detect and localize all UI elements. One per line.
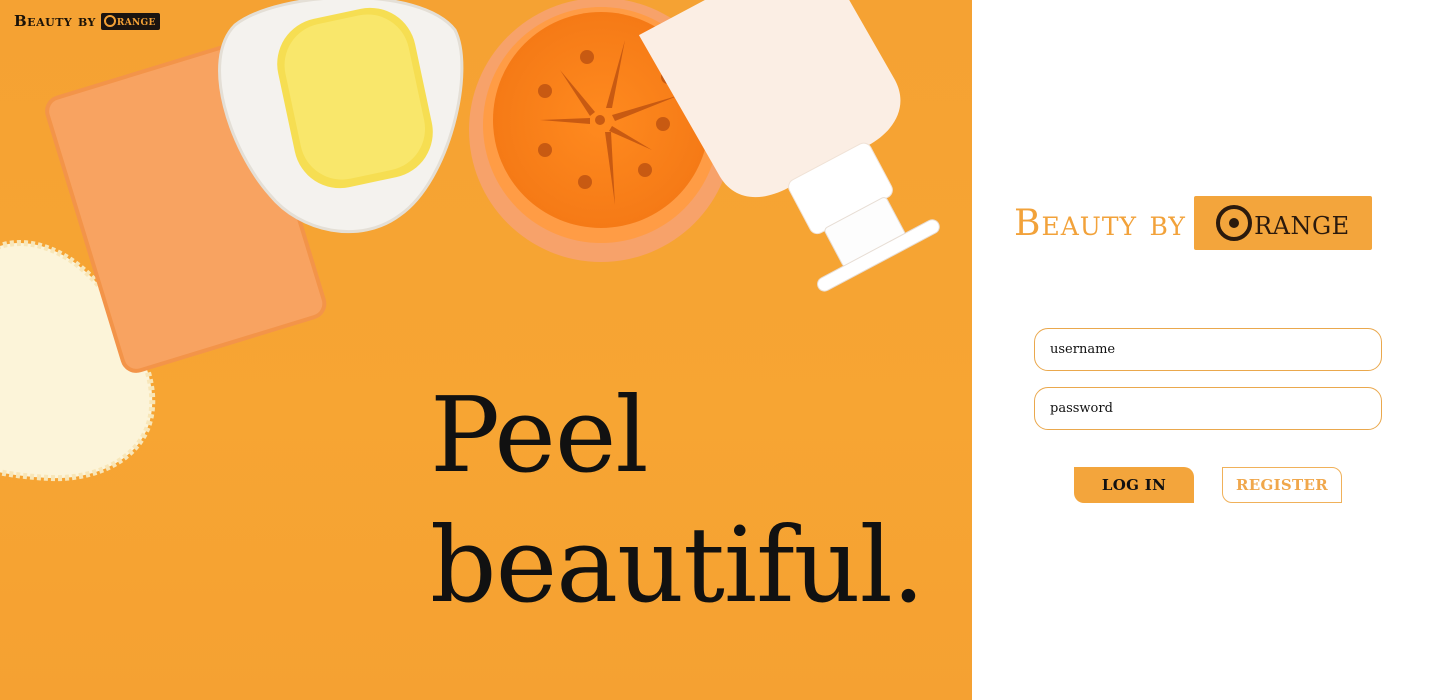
hero-tagline: Peel beautiful.	[430, 370, 925, 630]
password-input[interactable]	[1034, 387, 1382, 430]
orange-icon	[103, 15, 116, 27]
tagline-line-2: beautiful.	[430, 504, 925, 626]
username-input[interactable]	[1034, 328, 1382, 371]
tagline-line-1: Peel	[430, 374, 649, 496]
brand-logo-orange-box: range	[1193, 196, 1372, 250]
logo-text-prefix: Beauty by	[14, 12, 96, 30]
brand-logo: Beauty by range	[1014, 196, 1372, 250]
brand-logo-prefix: Beauty by	[1014, 202, 1186, 244]
hero-section: Beauty by range Peel beautiful.	[0, 0, 972, 700]
orange-icon	[1216, 205, 1253, 241]
logo-orange-box: range	[100, 12, 160, 30]
header-logo[interactable]: Beauty by range	[14, 10, 160, 32]
register-button[interactable]: REGISTER	[1222, 467, 1342, 503]
login-panel: Beauty by range LOG IN REGISTER	[972, 0, 1440, 700]
logo-text-suffix: range	[116, 13, 156, 29]
login-button[interactable]: LOG IN	[1074, 467, 1194, 503]
brand-logo-suffix: range	[1254, 203, 1350, 243]
